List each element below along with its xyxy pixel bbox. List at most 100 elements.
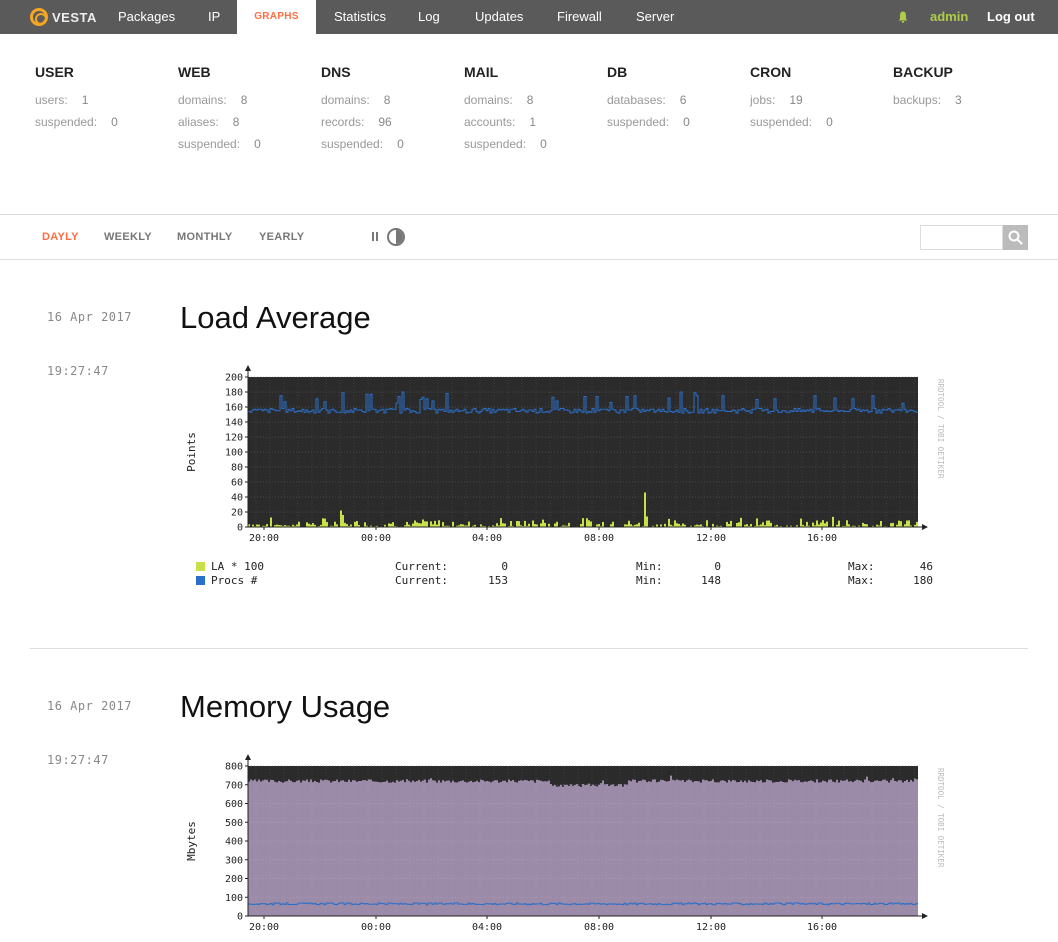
stat-row: suspended: 0 — [464, 137, 547, 159]
stat-label: suspended: — [464, 137, 527, 151]
stat-row: domains: 8 — [321, 93, 404, 115]
x-tick-label: 16:00 — [807, 922, 837, 933]
y-tick-label: 160 — [225, 403, 243, 414]
stat-title[interactable]: CRON — [750, 64, 833, 80]
legend-min-value: 148 — [701, 574, 721, 587]
pause-icon[interactable] — [371, 232, 379, 241]
nav-server[interactable]: Server — [636, 0, 674, 34]
search-input[interactable] — [920, 225, 1003, 250]
x-tick-label: 00:00 — [361, 533, 391, 544]
y-tick-label: 200 — [225, 373, 243, 384]
stat-column-mail: MAIL domains: 8 accounts: 1 suspended: 0 — [464, 64, 547, 159]
x-tick-label: 20:00 — [249, 922, 279, 933]
stat-row: suspended: 0 — [35, 115, 118, 137]
nav-firewall[interactable]: Firewall — [557, 0, 602, 34]
graph-date: 16 Apr 2017 — [47, 310, 132, 324]
stat-row: suspended: 0 — [750, 115, 833, 137]
nav-user[interactable]: admin — [930, 0, 968, 34]
x-tick-label: 04:00 — [472, 533, 502, 544]
legend-current-value: 153 — [488, 574, 508, 587]
memory-usage-chart: 0 100 200 300 400 500 600 700 800 20:00 00:00 04:00… — [185, 754, 945, 933]
y-tick-label: 100 — [225, 448, 243, 459]
stat-row: records: 96 — [321, 115, 404, 137]
x-tick-label: 04:00 — [472, 922, 502, 933]
vesta-logo[interactable]: VESTA — [30, 7, 97, 27]
stat-title[interactable]: BACKUP — [893, 64, 962, 80]
nav-packages[interactable]: Packages — [118, 0, 175, 34]
stat-value: 0 — [826, 115, 833, 129]
nav-graphs[interactable]: GRAPHS — [237, 0, 316, 34]
stat-label: domains: — [321, 93, 370, 107]
stat-column-user: USER users: 1 suspended: 0 — [35, 64, 118, 137]
legend-current-label: Current: — [395, 574, 448, 587]
graph-date: 16 Apr 2017 — [47, 699, 132, 713]
x-tick-label: 16:00 — [807, 533, 837, 544]
stat-value: 19 — [789, 93, 803, 107]
stat-column-cron: CRON jobs: 19 suspended: 0 — [750, 64, 833, 137]
y-tick-label: 0 — [237, 523, 243, 534]
period-monthly[interactable]: MONTHLY — [177, 231, 232, 243]
y-tick-label: 20 — [231, 508, 243, 519]
legend-swatch-procs — [196, 576, 205, 585]
stat-title[interactable]: DB — [607, 64, 690, 80]
logout-link[interactable]: Log out — [987, 0, 1035, 34]
stat-value: 0 — [683, 115, 690, 129]
bell-icon[interactable] — [898, 11, 908, 23]
y-axis-arrow — [245, 365, 251, 371]
plot-background — [248, 377, 918, 527]
stat-value: 0 — [111, 115, 118, 129]
graph-time: 19:27:47 — [47, 753, 109, 767]
legend-min-label: Min: — [636, 574, 663, 587]
search-button[interactable] — [1003, 225, 1028, 250]
stat-title[interactable]: DNS — [321, 64, 404, 80]
stat-label: jobs: — [750, 93, 776, 107]
y-tick-label: 200 — [225, 874, 243, 885]
stat-value: 8 — [526, 93, 534, 107]
y-axis-label: Mbytes — [185, 821, 198, 861]
stat-title[interactable]: WEB — [178, 64, 261, 80]
stat-value: 0 — [540, 137, 547, 151]
graph-title: Memory Usage — [180, 689, 391, 724]
legend-current-value: 0 — [501, 560, 508, 573]
stat-label: accounts: — [464, 115, 516, 129]
stat-value: 0 — [254, 137, 261, 151]
y-tick-label: 60 — [231, 478, 243, 489]
legend-min-label: Min: — [636, 560, 663, 573]
y-axis-arrow — [245, 754, 251, 760]
stat-title[interactable]: USER — [35, 64, 118, 80]
y-tick-label: 400 — [225, 837, 243, 848]
stat-label: suspended: — [750, 115, 813, 129]
y-tick-label: 40 — [231, 493, 243, 504]
graph-separator — [30, 648, 1028, 649]
nav-ip[interactable]: IP — [208, 0, 220, 34]
legend-max-label: Max: — [848, 574, 875, 587]
y-tick-label: 140 — [225, 418, 243, 429]
stat-title[interactable]: MAIL — [464, 64, 547, 80]
stat-value: 1 — [529, 115, 537, 129]
stat-label: suspended: — [35, 115, 98, 129]
x-tick-label: 20:00 — [249, 533, 279, 544]
period-weekly[interactable]: WEEKLY — [104, 231, 152, 243]
y-tick-label: 300 — [225, 855, 243, 866]
stat-row: aliases: 8 — [178, 115, 261, 137]
stat-row: suspended: 0 — [321, 137, 404, 159]
y-tick-label: 500 — [225, 818, 243, 829]
stat-row: domains: 8 — [464, 93, 547, 115]
x-tick-label: 00:00 — [361, 922, 391, 933]
nav-statistics[interactable]: Statistics — [334, 0, 386, 34]
stat-value: 3 — [955, 93, 962, 107]
load-average-chart: 0 20 40 60 80 100 120 140 160 180 200 20:00 00:00 04:… — [185, 365, 945, 544]
stat-label: domains: — [178, 93, 227, 107]
stat-row: backups: 3 — [893, 93, 962, 115]
x-axis-arrow — [922, 524, 928, 530]
logo-text: VESTA — [52, 9, 97, 25]
nav-log[interactable]: Log — [418, 0, 440, 34]
nav-updates[interactable]: Updates — [475, 0, 523, 34]
period-daily[interactable]: DAYLY — [42, 231, 79, 243]
stat-value: 8 — [383, 93, 391, 107]
stat-row: accounts: 1 — [464, 115, 547, 137]
y-tick-label: 600 — [225, 799, 243, 810]
clock-icon[interactable] — [387, 228, 405, 246]
stat-label: users: — [35, 93, 68, 107]
period-yearly[interactable]: YEARLY — [259, 231, 304, 243]
